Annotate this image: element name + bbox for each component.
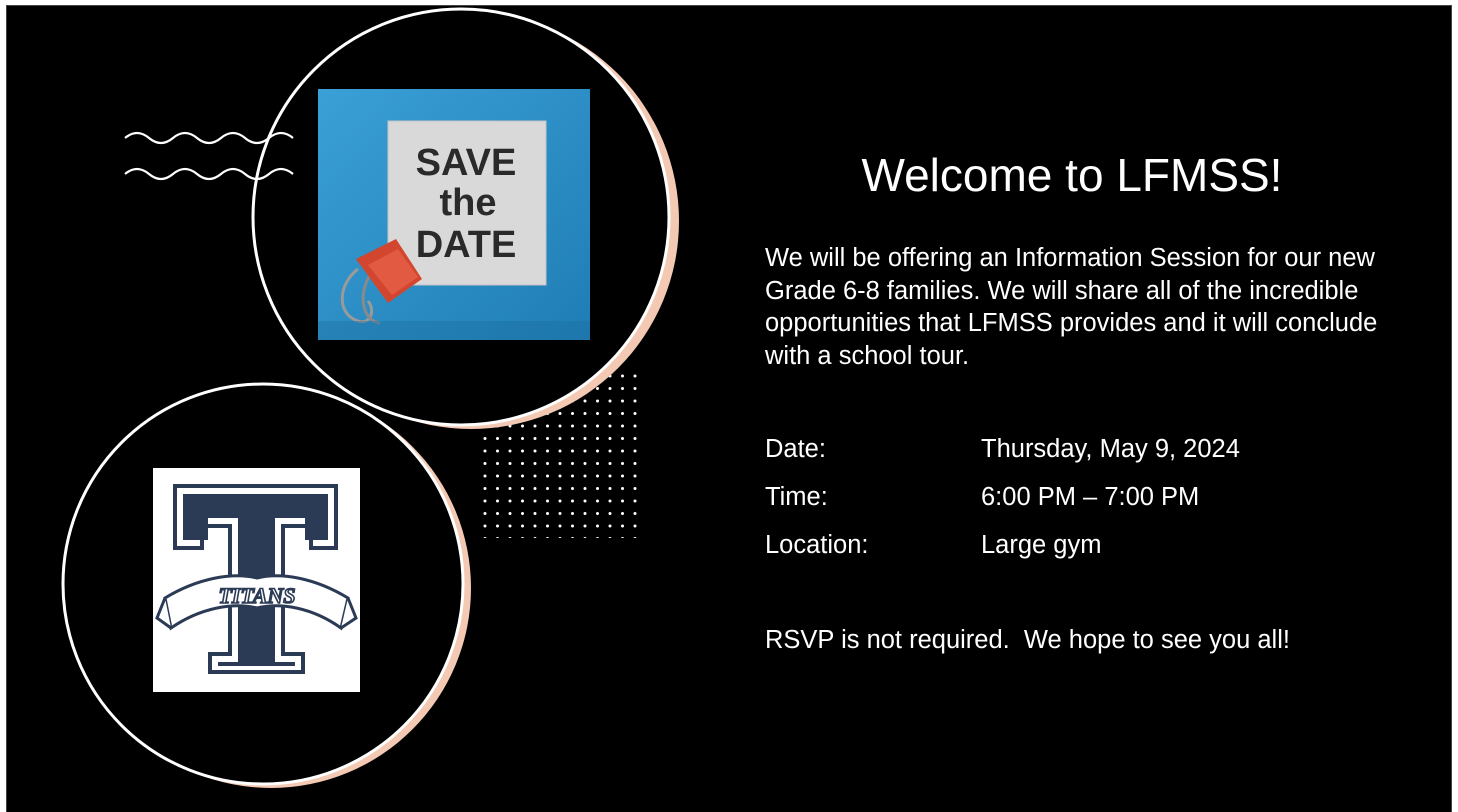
event-details: Date: Thursday, May 9, 2024 Time: 6:00 P…	[765, 429, 1405, 573]
time-label: Time:	[765, 483, 828, 511]
location-label: Location:	[765, 531, 869, 559]
date-value: Thursday, May 9, 2024	[981, 435, 1240, 463]
slide: SAVE the DATE TITANS Welcome to LFMSS! W…	[6, 5, 1452, 812]
time-value: 6:00 PM – 7:00 PM	[981, 483, 1200, 511]
slide-title: Welcome to LFMSS!	[861, 149, 1283, 201]
save-the-date-image: SAVE the DATE	[318, 89, 590, 340]
date-label: Date:	[765, 435, 826, 463]
location-value: Large gym	[981, 531, 1102, 559]
intro-paragraph: We will be offering an Information Sessi…	[765, 244, 1378, 370]
detail-row-date: Date: Thursday, May 9, 2024	[765, 429, 1405, 477]
detail-row-time: Time: 6:00 PM – 7:00 PM	[765, 477, 1405, 525]
rsvp-note: RSVP is not required. We hope to see you…	[765, 626, 1290, 654]
detail-row-location: Location: Large gym	[765, 525, 1405, 573]
save-text: SAVE	[416, 142, 517, 184]
date-text: DATE	[416, 224, 517, 266]
banner-text: TITANS	[218, 583, 295, 608]
titans-logo: TITANS	[153, 468, 360, 692]
the-text: the	[440, 182, 497, 224]
